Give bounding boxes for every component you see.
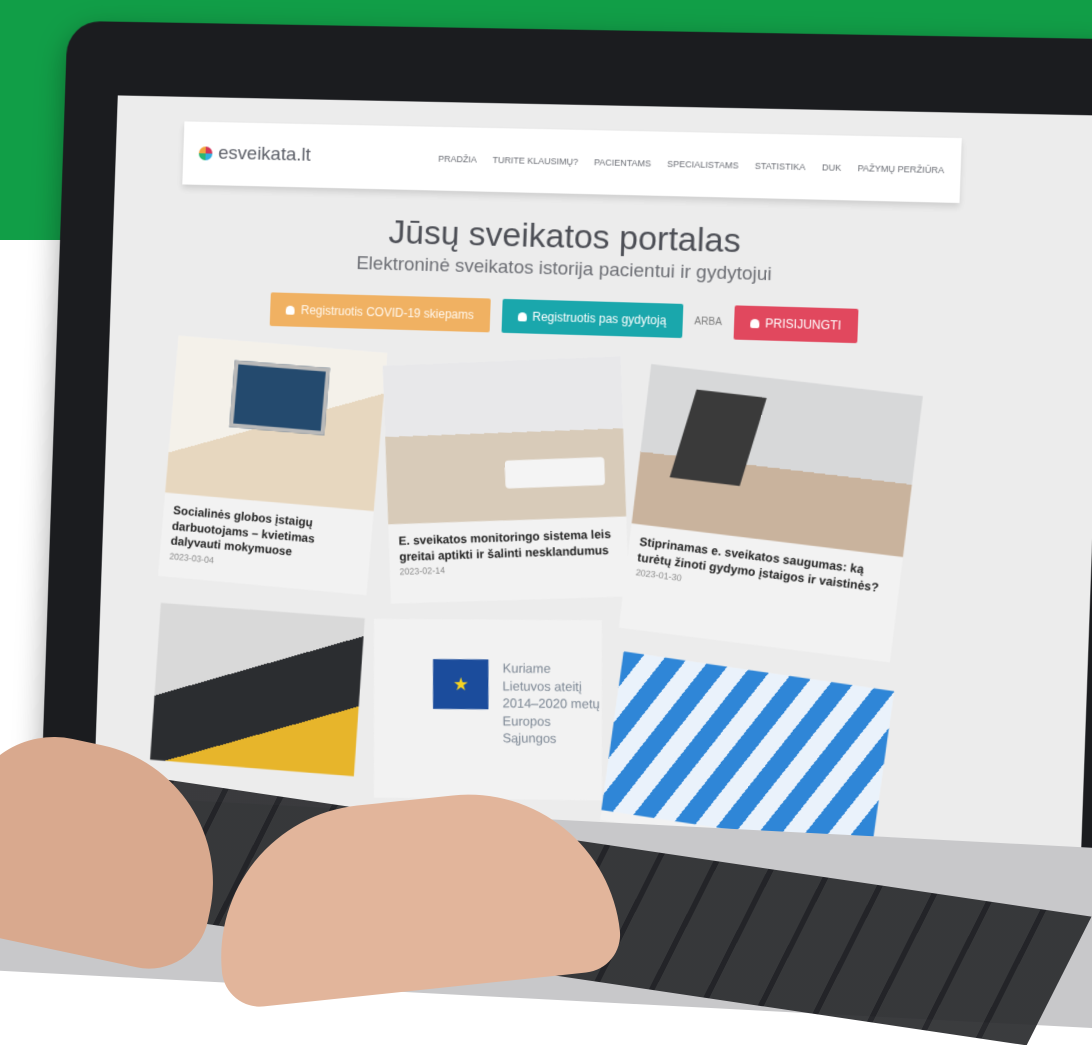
eu-banner-card[interactable]: ★ Kuriame Lietuvos ateitį 2014–2020 metų… [373, 618, 602, 801]
user-icon [749, 318, 760, 328]
or-label: ARBA [694, 315, 723, 328]
user-icon [286, 305, 296, 315]
news-card[interactable]: E. sveikatos monitoringo sistema leis gr… [382, 356, 630, 604]
news-image-blue-keyboard [601, 651, 895, 852]
menu-item-duk[interactable]: DUK [822, 162, 842, 173]
news-card-cables[interactable] [150, 602, 365, 777]
cta-row: Registruotis COVID-19 skiepams Registruo… [178, 290, 956, 346]
news-image-laptop [165, 335, 388, 512]
user-icon [517, 311, 527, 321]
website: esveikata.lt PRADŽIA TURITE KLAUSIMŲ? PA… [150, 121, 962, 891]
logo-text: esveikata.lt [217, 142, 312, 166]
menu-item-turite-klausimu[interactable]: TURITE KLAUSIMŲ? [492, 155, 578, 167]
logo[interactable]: esveikata.lt [198, 142, 311, 166]
news-card[interactable]: Stiprinamas e. sveikatos saugumas: ką tu… [618, 363, 923, 663]
register-covid-label: Registruotis COVID-19 skiepams [300, 303, 475, 322]
news-image-office [631, 363, 923, 558]
login-label: PRISIJUNGTI [765, 316, 842, 333]
eu-flag-icon: ★ [433, 659, 489, 710]
eu-text: Kuriame Lietuvos ateitį 2014–2020 metų E… [503, 660, 602, 749]
news-title: E. sveikatos monitoringo sistema leis gr… [398, 526, 612, 564]
eu-line-3: 2014–2020 metų [502, 695, 600, 712]
menu-item-pradzia[interactable]: PRADŽIA [438, 154, 477, 165]
laptop-screen: esveikata.lt PRADŽIA TURITE KLAUSIMŲ? PA… [91, 95, 1092, 906]
hero-section: Jūsų sveikatos portalas Elektroninė svei… [178, 184, 960, 346]
news-image-cables [150, 602, 365, 777]
register-covid-button[interactable]: Registruotis COVID-19 skiepams [270, 292, 491, 333]
eu-line-1: Kuriame [502, 660, 551, 676]
logo-icon [198, 146, 213, 161]
news-card[interactable]: Socialinės globos įstaigų darbuotojams –… [157, 335, 388, 596]
eu-line-4: Europos Sąjungos [502, 713, 557, 747]
menu-item-specialistams[interactable]: SPECIALISTAMS [667, 159, 739, 171]
register-doctor-label: Registruotis pas gydytoją [532, 309, 667, 328]
eu-banner: ★ Kuriame Lietuvos ateitį 2014–2020 metų… [433, 659, 602, 748]
news-image-keyboard [382, 356, 627, 525]
eu-line-2: Lietuvos ateitį [502, 678, 582, 694]
main-menu: PRADŽIA TURITE KLAUSIMŲ? PACIENTAMS SPEC… [438, 154, 944, 176]
login-button[interactable]: PRISIJUNGTI [733, 305, 858, 344]
menu-item-pacientams[interactable]: PACIENTAMS [594, 157, 652, 168]
menu-item-pazymu-perziura[interactable]: PAŽYMŲ PERŽIŪRA [857, 163, 944, 175]
register-doctor-button[interactable]: Registruotis pas gydytoją [501, 298, 683, 339]
menu-item-statistika[interactable]: STATISTIKA [755, 161, 806, 172]
